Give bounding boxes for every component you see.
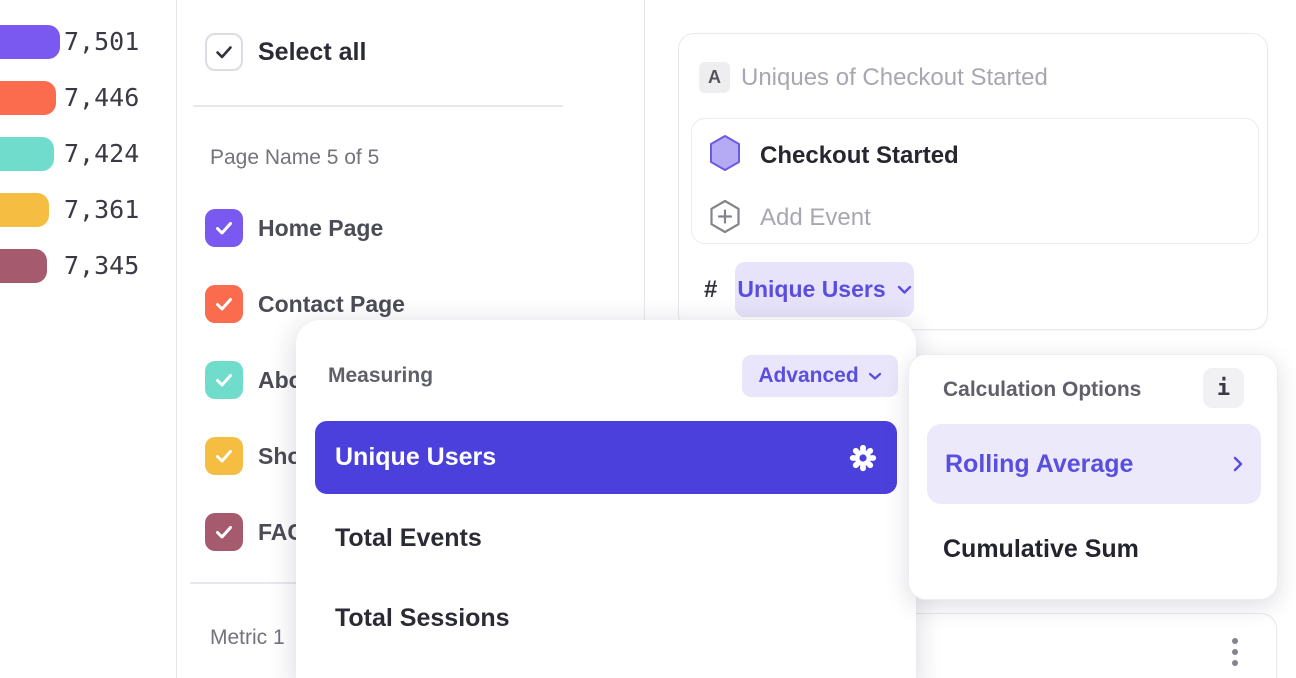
item-label[interactable]: Contact Page bbox=[258, 291, 405, 318]
measuring-dropdown: Measuring Advanced Unique Users Total Ev… bbox=[296, 320, 916, 678]
add-event-icon[interactable] bbox=[708, 198, 742, 236]
item-checkbox[interactable] bbox=[205, 437, 243, 475]
item-checkbox[interactable] bbox=[205, 361, 243, 399]
legend-value: 7,501 bbox=[64, 25, 139, 59]
item-label[interactable]: Sho bbox=[258, 443, 301, 470]
legend-value: 7,361 bbox=[64, 193, 139, 227]
legend-value: 7,446 bbox=[64, 81, 139, 115]
kebab-menu-icon[interactable] bbox=[1232, 638, 1238, 666]
panel-divider-left bbox=[176, 0, 177, 678]
select-all-label[interactable]: Select all bbox=[258, 38, 366, 67]
event-name[interactable]: Checkout Started bbox=[760, 139, 959, 173]
chevron-down-icon bbox=[868, 372, 882, 381]
legend-bar bbox=[0, 137, 54, 171]
event-card: Checkout Started Add Event bbox=[691, 118, 1259, 244]
measure-prefix: # bbox=[704, 262, 717, 317]
legend-value: 7,345 bbox=[64, 249, 139, 283]
metric-label: Metric 1 bbox=[210, 626, 285, 650]
measuring-option-unique-users[interactable]: Unique Users bbox=[315, 421, 897, 494]
measuring-option-total-sessions[interactable]: Total Sessions bbox=[335, 595, 510, 641]
check-icon bbox=[213, 521, 235, 543]
item-label[interactable]: Home Page bbox=[258, 215, 383, 242]
option-label: Rolling Average bbox=[945, 450, 1133, 479]
item-checkbox[interactable] bbox=[205, 285, 243, 323]
gear-icon[interactable] bbox=[849, 444, 877, 472]
divider bbox=[190, 582, 298, 584]
option-label: Unique Users bbox=[335, 443, 496, 472]
breakdown-group-label: Page Name 5 of 5 bbox=[210, 146, 379, 170]
analytics-screen: 7,501 7,446 7,424 7,361 7,345 Select all… bbox=[0, 0, 1296, 678]
legend-bar bbox=[0, 249, 47, 283]
calculation-options-title: Calculation Options bbox=[943, 378, 1141, 402]
calculation-options-popup: Calculation Options i Rolling Average Cu… bbox=[908, 354, 1278, 600]
check-icon bbox=[213, 293, 235, 315]
chevron-down-icon bbox=[897, 285, 912, 295]
check-icon bbox=[213, 445, 235, 467]
add-event-label[interactable]: Add Event bbox=[760, 201, 871, 235]
legend-bar bbox=[0, 193, 49, 227]
calc-option-rolling-average[interactable]: Rolling Average bbox=[927, 424, 1261, 504]
check-icon bbox=[213, 217, 235, 239]
legend-value: 7,424 bbox=[64, 137, 139, 171]
measure-value: Unique Users bbox=[737, 276, 885, 303]
item-checkbox[interactable] bbox=[205, 513, 243, 551]
query-builder-card: A Uniques of Checkout Started Checkout S… bbox=[678, 33, 1268, 330]
series-badge: A bbox=[699, 62, 730, 93]
chevron-right-icon bbox=[1233, 456, 1243, 472]
measure-dropdown-chip[interactable]: Unique Users bbox=[735, 262, 914, 317]
divider bbox=[193, 105, 563, 107]
legend-bar bbox=[0, 25, 60, 59]
event-hexagon-icon bbox=[708, 134, 742, 172]
series-title-input[interactable]: Uniques of Checkout Started bbox=[741, 62, 1048, 93]
info-icon[interactable]: i bbox=[1203, 368, 1244, 408]
legend-bar bbox=[0, 81, 56, 115]
advanced-mode-button[interactable]: Advanced bbox=[742, 355, 898, 397]
item-checkbox[interactable] bbox=[205, 209, 243, 247]
calc-option-cumulative-sum[interactable]: Cumulative Sum bbox=[943, 526, 1139, 572]
measuring-title: Measuring bbox=[328, 364, 433, 388]
advanced-label: Advanced bbox=[758, 364, 858, 388]
measuring-option-total-events[interactable]: Total Events bbox=[335, 515, 482, 561]
select-all-checkbox[interactable] bbox=[205, 33, 243, 71]
check-icon bbox=[213, 369, 235, 391]
check-icon bbox=[213, 41, 235, 63]
